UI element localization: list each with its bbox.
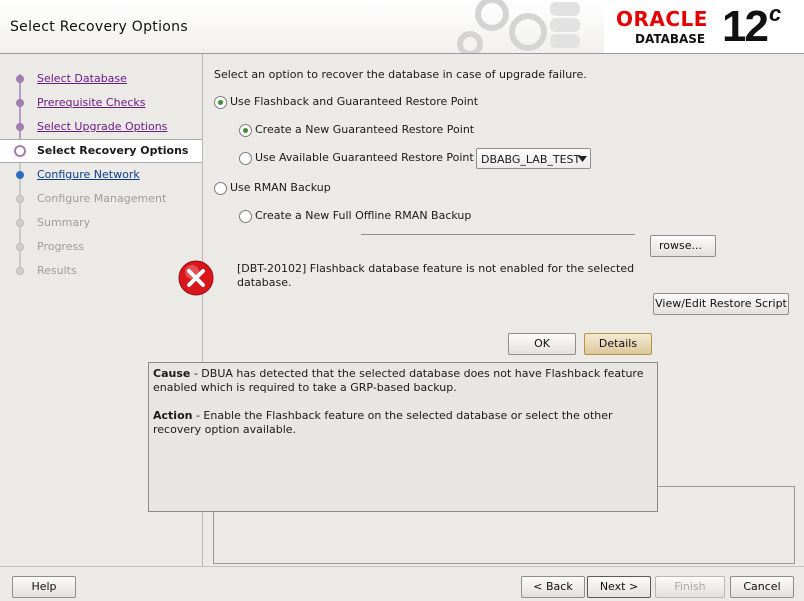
oracle-brand: ORACLE [616, 7, 708, 31]
nav-step-select-recovery-options[interactable]: Select Recovery Options [0, 139, 202, 163]
browse-button[interactable]: rowse... [650, 235, 716, 257]
rman-new-backup-radio[interactable] [239, 210, 252, 223]
create-grp-option-label[interactable]: Create a New Guaranteed Restore Point [255, 123, 474, 136]
nav-step-summary: Summary [0, 212, 202, 234]
nav-step-label: Prerequisite Checks [37, 96, 146, 109]
nav-step-select-database[interactable]: Select Database [0, 68, 202, 90]
nav-step-label: Select Recovery Options [37, 144, 189, 157]
step-pending-icon [16, 171, 24, 179]
step-current-icon [14, 145, 26, 157]
nav-step-label: Results [37, 264, 77, 277]
nav-step-select-upgrade-options[interactable]: Select Upgrade Options [0, 116, 202, 138]
flashback-radio[interactable] [214, 96, 227, 109]
error-details-panel: Cause - DBUA has detected that the selec… [148, 362, 658, 512]
version-number: 12 [722, 2, 769, 51]
oracle-brand-sub: DATABASE [635, 32, 706, 46]
error-message: [DBT-20102] Flashback database feature i… [237, 262, 635, 289]
flashback-option-label[interactable]: Use Flashback and Guaranteed Restore Poi… [230, 95, 478, 108]
error-icon [178, 260, 214, 296]
page-title: Select Recovery Options [10, 19, 188, 35]
action-label: Action [153, 409, 193, 422]
next-button[interactable]: Next > [587, 576, 651, 598]
step-disabled-icon [16, 219, 24, 227]
rman-option-label[interactable]: Use RMAN Backup [230, 181, 331, 194]
gears-decoration-icon [457, 0, 580, 53]
nav-step-configure-management: Configure Management [0, 188, 202, 210]
nav-step-label: Configure Network [37, 168, 140, 181]
rman-radio[interactable] [214, 182, 227, 195]
nav-step-label: Configure Management [37, 192, 167, 205]
step-done-icon [16, 99, 24, 107]
nav-step-label: Select Database [37, 72, 127, 85]
nav-step-prerequisite-checks[interactable]: Prerequisite Checks [0, 92, 202, 114]
oracle-logo: ORACLE DATABASE 12c [604, 0, 804, 53]
use-grp-option-label[interactable]: Use Available Guaranteed Restore Point [255, 151, 474, 164]
action-text: - Enable the Flashback feature on the se… [153, 409, 613, 436]
nav-step-label: Summary [37, 216, 91, 229]
create-grp-radio[interactable] [239, 124, 252, 137]
error-dialog: [DBT-20102] Flashback database feature i… [148, 238, 654, 358]
instruction-text: Select an option to recover the database… [214, 68, 587, 81]
restore-point-combo[interactable]: DBABG_LAB_TEST [476, 148, 591, 169]
help-button[interactable]: Help [12, 576, 76, 598]
cause-text: - DBUA has detected that the selected da… [153, 367, 644, 394]
nav-step-configure-network[interactable]: Configure Network [0, 164, 202, 186]
action-paragraph: Action - Enable the Flashback feature on… [153, 409, 648, 437]
step-disabled-icon [16, 243, 24, 251]
cause-paragraph: Cause - DBUA has detected that the selec… [153, 367, 648, 395]
version-suffix: c [768, 1, 781, 26]
version-badge: 12c [722, 1, 781, 52]
nav-step-label: Progress [37, 240, 84, 253]
rman-new-backup-label[interactable]: Create a New Full Offline RMAN Backup [255, 209, 471, 222]
backup-location-field[interactable] [361, 234, 635, 235]
step-done-icon [16, 123, 24, 131]
finish-button: Finish [655, 576, 725, 598]
step-disabled-icon [16, 195, 24, 203]
back-button[interactable]: < Back [521, 576, 585, 598]
chevron-down-icon [578, 156, 587, 162]
use-grp-radio[interactable] [239, 152, 252, 165]
wizard-footer: Help < Back Next > Finish Cancel [0, 566, 804, 601]
details-button[interactable]: Details [584, 333, 652, 355]
view-edit-restore-script-button[interactable]: View/Edit Restore Script [653, 293, 789, 315]
cause-label: Cause [153, 367, 191, 380]
restore-point-value: DBABG_LAB_TEST [481, 153, 581, 166]
cancel-button[interactable]: Cancel [730, 576, 794, 598]
step-disabled-icon [16, 267, 24, 275]
step-done-icon [16, 75, 24, 83]
ok-button[interactable]: OK [508, 333, 576, 355]
nav-step-label: Select Upgrade Options [37, 120, 168, 133]
header-banner: Select Recovery Options ORACLE DATABASE … [0, 0, 804, 54]
